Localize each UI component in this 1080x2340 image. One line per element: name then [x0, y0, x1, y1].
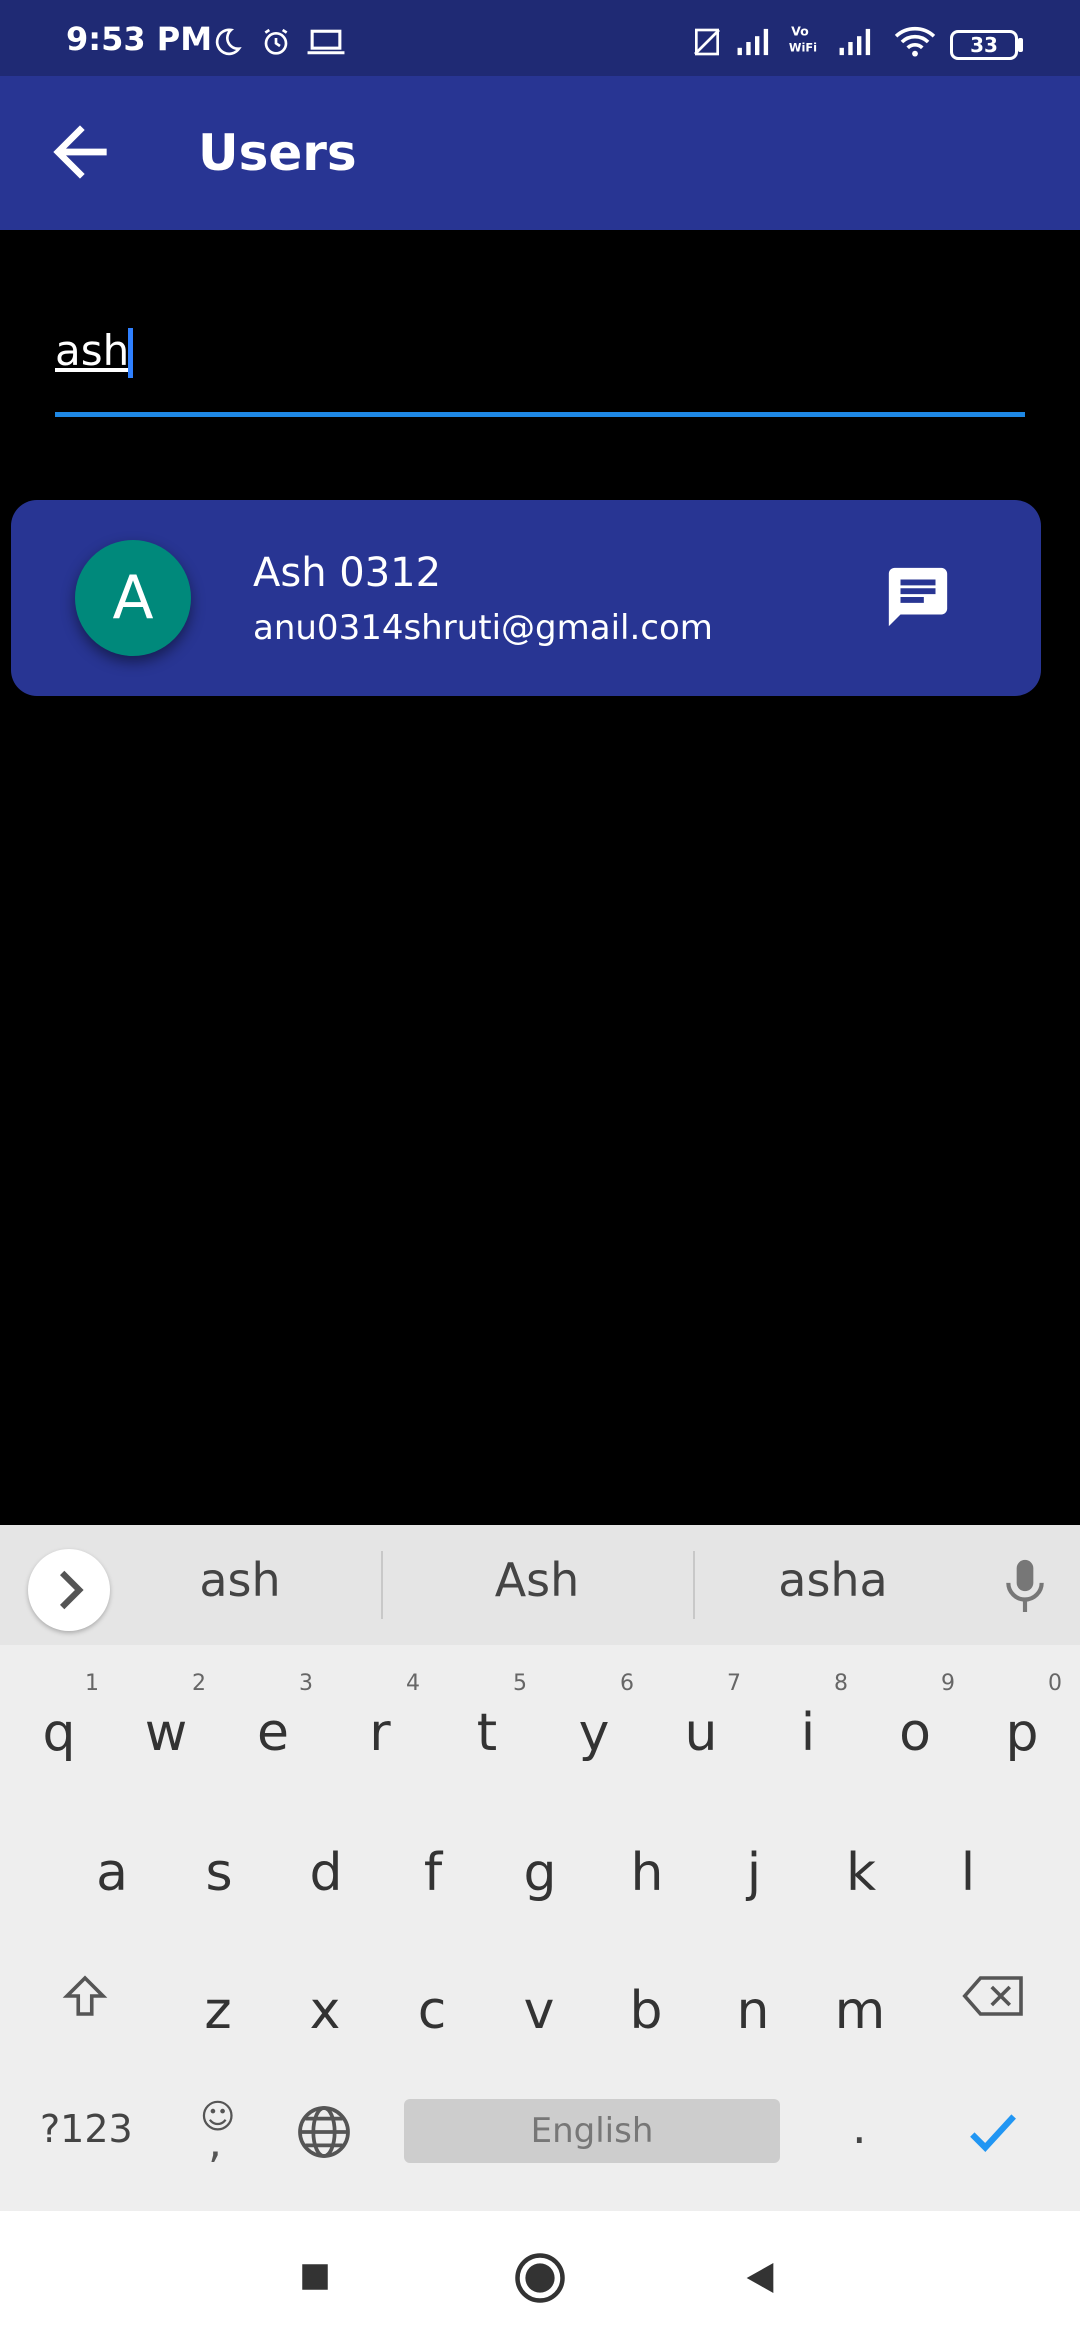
suggestion-1[interactable]: ash [140, 1553, 340, 1607]
checkmark-icon[interactable] [962, 2101, 1024, 2163]
backspace-icon[interactable] [960, 1969, 1028, 2023]
signal-icon [737, 28, 769, 56]
suggestion-bar: ash Ash asha [0, 1525, 1080, 1645]
key-z[interactable]: z [178, 1981, 258, 2041]
key-hint-i: 8 [834, 1671, 848, 1696]
period-key[interactable]: . [852, 2100, 867, 2154]
soft-keyboard: ash Ash asha q 1 w 2 e 3 r 4 t 5 y 6 u 7 i 8 o 9 p 0 asdfgh… [0, 1525, 1080, 2211]
key-f[interactable]: f [393, 1843, 473, 1903]
user-list-item[interactable]: A Ash 0312 anu0314shruti@gmail.com [11, 500, 1041, 696]
key-hint-r: 4 [406, 1671, 420, 1696]
key-hint-t: 5 [513, 1671, 527, 1696]
symbols-key[interactable]: ?123 [40, 2107, 133, 2151]
key-s[interactable]: s [179, 1843, 259, 1903]
vowifi-icon: Vo WiFi [789, 24, 817, 54]
avatar: A [75, 540, 191, 656]
back-arrow-icon[interactable] [40, 112, 120, 192]
user-email: anu0314shruti@gmail.com [253, 608, 713, 648]
key-e[interactable]: e [233, 1703, 313, 1763]
svg-text:Vo: Vo [791, 24, 809, 39]
recents-square-icon[interactable] [298, 2260, 332, 2294]
shift-icon[interactable] [58, 1969, 112, 2023]
app-bar: Users [0, 76, 1080, 230]
chat-icon[interactable] [883, 562, 953, 632]
expand-toolbar-button[interactable] [28, 1549, 110, 1631]
page-title: Users [198, 124, 357, 182]
battery-tip [1018, 38, 1023, 52]
search-input[interactable]: ash [55, 326, 129, 375]
key-hint-o: 9 [941, 1671, 955, 1696]
key-hint-e: 3 [299, 1671, 313, 1696]
key-h[interactable]: h [607, 1843, 687, 1903]
key-hint-u: 7 [727, 1671, 741, 1696]
suggestion-2[interactable]: Ash [437, 1553, 637, 1607]
key-u[interactable]: u [661, 1703, 741, 1763]
suggestion-divider [381, 1551, 383, 1619]
key-t[interactable]: t [447, 1703, 527, 1763]
status-time: 9:53 PM [66, 20, 213, 58]
key-hint-y: 6 [620, 1671, 634, 1696]
key-hint-q: 1 [85, 1671, 99, 1696]
key-d[interactable]: d [286, 1843, 366, 1903]
key-c[interactable]: c [392, 1981, 472, 2041]
key-hint-w: 2 [192, 1671, 206, 1696]
comma-key[interactable]: , [208, 2117, 222, 2168]
home-circle-icon[interactable] [513, 2251, 567, 2305]
key-y[interactable]: y [554, 1703, 634, 1763]
key-hint-p: 0 [1048, 1671, 1062, 1696]
microphone-icon[interactable] [1000, 1555, 1050, 1619]
key-b[interactable]: b [606, 1981, 686, 2041]
key-r[interactable]: r [340, 1703, 420, 1763]
alarm-icon [264, 28, 288, 55]
key-o[interactable]: o [875, 1703, 955, 1763]
globe-icon[interactable] [292, 2100, 356, 2164]
user-name: Ash 0312 [253, 550, 442, 596]
key-w[interactable]: w [126, 1703, 206, 1763]
search-field[interactable]: ash [55, 310, 1025, 420]
suggestion-3[interactable]: asha [733, 1553, 933, 1607]
key-i[interactable]: i [768, 1703, 848, 1763]
svg-text:WiFi: WiFi [789, 41, 817, 54]
key-l[interactable]: l [928, 1843, 1008, 1903]
battery-level: 33 [970, 33, 998, 57]
back-triangle-icon[interactable] [740, 2257, 780, 2299]
key-k[interactable]: k [821, 1843, 901, 1903]
chevron-right-icon [59, 1570, 84, 1610]
status-bar: 9:53 PM Vo WiFi 33 [0, 0, 1080, 76]
key-g[interactable]: g [500, 1843, 580, 1903]
battery-icon: 33 [950, 30, 1018, 60]
search-underline [55, 412, 1025, 417]
no-sim-icon [694, 28, 720, 56]
key-a[interactable]: a [72, 1843, 152, 1903]
key-v[interactable]: v [499, 1981, 579, 2041]
moon-icon [215, 28, 242, 56]
key-p[interactable]: p [982, 1703, 1062, 1763]
wifi-icon [894, 26, 936, 57]
key-q[interactable]: q [19, 1703, 99, 1763]
text-caret [128, 328, 133, 378]
system-nav-bar [0, 2211, 1080, 2340]
key-x[interactable]: x [285, 1981, 365, 2041]
space-bar[interactable]: English [404, 2099, 780, 2163]
key-n[interactable]: n [713, 1981, 793, 2041]
key-m[interactable]: m [820, 1981, 900, 2041]
signal-icon-2 [839, 28, 871, 56]
laptop-icon [307, 29, 345, 55]
suggestion-divider [693, 1551, 695, 1619]
space-bar-label: English [530, 2111, 654, 2151]
key-j[interactable]: j [714, 1843, 794, 1903]
